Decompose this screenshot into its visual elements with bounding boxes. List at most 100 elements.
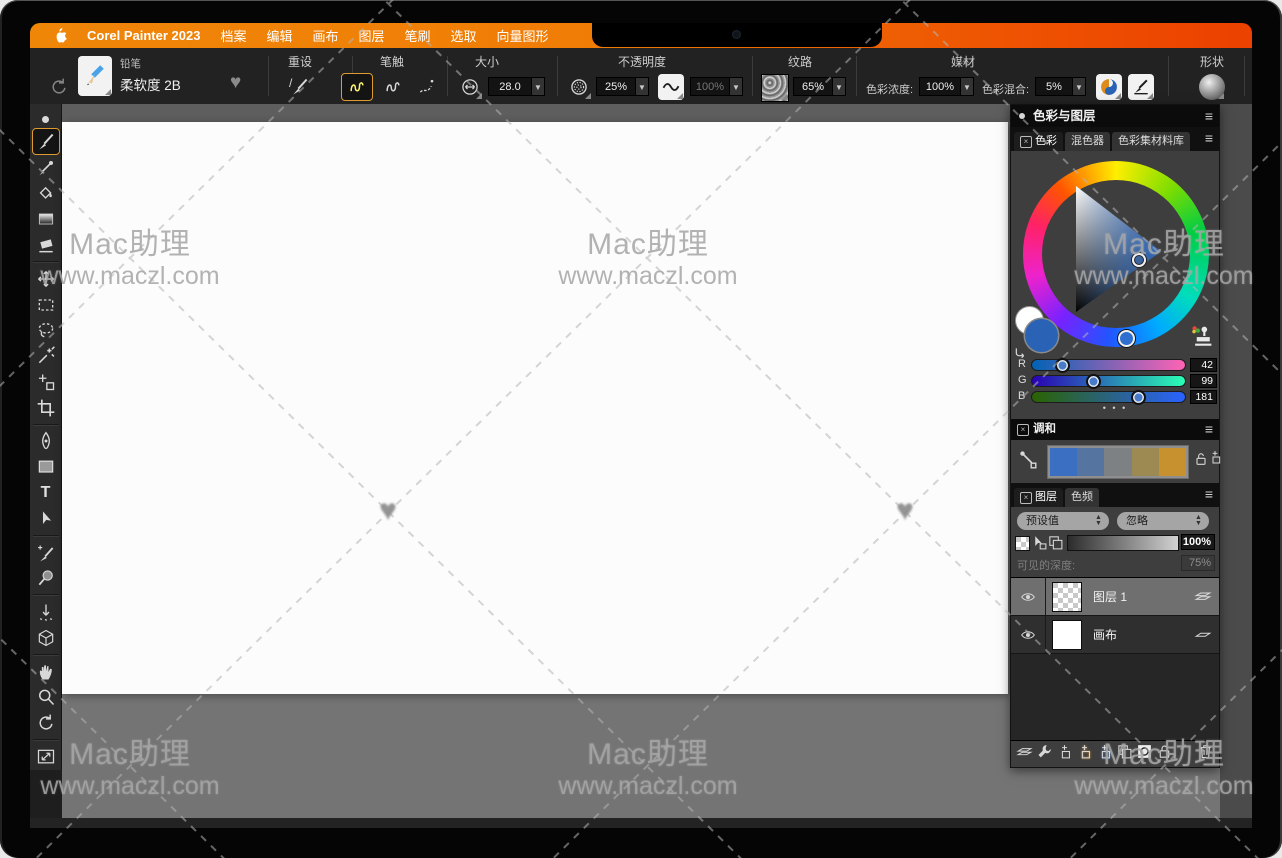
layer-opacity-value[interactable]: 100% <box>1181 534 1215 550</box>
layer-row[interactable]: 图层 1 <box>1011 578 1219 616</box>
brush-loading-icon[interactable] <box>1128 74 1154 100</box>
cloner-tool[interactable] <box>33 540 59 565</box>
perspective-guides-tool[interactable] <box>33 625 59 650</box>
new-watercolor-layer-icon[interactable] <box>1076 743 1093 765</box>
magic-wand-tool[interactable] <box>33 344 59 369</box>
lasso-tool[interactable] <box>33 318 59 343</box>
size-dropdown-arrow[interactable]: ▼ <box>531 77 545 96</box>
slider-value[interactable]: 181 <box>1190 390 1217 404</box>
navigation-tool[interactable] <box>33 745 59 770</box>
color-strength-arrow[interactable]: ▼ <box>960 77 974 96</box>
slider-track[interactable] <box>1031 375 1186 387</box>
harmony-swatch[interactable] <box>1104 448 1131 476</box>
size-value[interactable]: 28.0 <box>488 77 532 96</box>
slider-track[interactable] <box>1031 359 1186 371</box>
composite-method-dropdown[interactable]: 忽略▲▼ <box>1117 512 1209 530</box>
brush-tool[interactable] <box>33 129 59 154</box>
menu-item[interactable]: 选取 <box>451 26 477 45</box>
freehand-stroke-button[interactable] <box>342 74 372 100</box>
tab-channels[interactable]: 色频 <box>1065 488 1099 507</box>
color-media-icon[interactable] <box>1096 74 1122 100</box>
harmony-menu-icon[interactable]: ≡ <box>1205 419 1213 440</box>
straight-line-stroke-button[interactable] <box>380 74 406 100</box>
sv-selector[interactable] <box>1132 253 1146 267</box>
restore-default-variant-icon[interactable] <box>46 74 72 100</box>
opacity-icon[interactable] <box>566 74 592 100</box>
dropper-tool[interactable] <box>33 155 59 180</box>
dynamic-plugins-icon[interactable] <box>1036 743 1053 765</box>
grabber-tool[interactable] <box>33 659 59 684</box>
grain-dropdown-arrow[interactable]: ▼ <box>832 77 846 96</box>
gradient-tool[interactable] <box>33 207 59 232</box>
eraser-tool[interactable] <box>33 233 59 258</box>
layer-row[interactable]: 画布 <box>1011 616 1219 654</box>
slider-knob[interactable] <box>1055 358 1070 373</box>
lock-layer-icon[interactable] <box>1156 743 1173 765</box>
layer-thumbnail[interactable] <box>1052 620 1082 650</box>
slider-value[interactable]: 42 <box>1190 358 1217 372</box>
canvas[interactable] <box>62 122 1008 694</box>
menu-item[interactable]: 向量图形 <box>497 26 549 45</box>
close-layers-icon[interactable]: × <box>1020 492 1032 504</box>
slider-value[interactable]: 99 <box>1190 374 1217 388</box>
color-tab-menu-icon[interactable]: ≡ <box>1205 127 1213 149</box>
paper-texture-swatch[interactable] <box>761 74 789 102</box>
layer-opacity-slider[interactable] <box>1067 535 1179 551</box>
favorite-heart-icon[interactable]: ♥ <box>230 72 241 94</box>
menu-item[interactable]: 编辑 <box>266 26 292 45</box>
selection-adjuster-tool[interactable] <box>33 369 59 394</box>
harmony-swatch[interactable] <box>1050 448 1077 476</box>
opacity-value[interactable]: 25% <box>596 77 636 96</box>
menu-item[interactable]: 画布 <box>312 26 338 45</box>
harmony-add-icon[interactable] <box>1207 449 1223 470</box>
pager-dots[interactable]: • • • <box>1011 403 1219 413</box>
transparency-lock-icon[interactable] <box>1015 536 1029 550</box>
shape-selection-tool[interactable] <box>33 506 59 531</box>
dodge-tool[interactable] <box>33 566 59 591</box>
color-strength-value[interactable]: 100% <box>919 77 961 96</box>
crop-tool[interactable] <box>33 395 59 420</box>
layer-tab-menu-icon[interactable]: ≡ <box>1205 483 1213 505</box>
tab-color[interactable]: ×色彩 <box>1014 132 1063 151</box>
layer-name[interactable]: 图层 1 <box>1093 578 1127 615</box>
delete-layer-icon[interactable] <box>1197 743 1214 765</box>
opacity-expression-arrow[interactable]: ▼ <box>729 77 743 96</box>
mirror-painting-tool[interactable] <box>33 600 59 625</box>
color-blend-arrow[interactable]: ▼ <box>1072 77 1086 96</box>
magnifier-tool[interactable] <box>33 685 59 710</box>
grain-value[interactable]: 65% <box>793 77 833 96</box>
new-layer-group-icon[interactable] <box>1056 743 1073 765</box>
layer-commands-icon[interactable] <box>1016 743 1033 765</box>
tab-mixer[interactable]: 混色器 <box>1065 132 1110 151</box>
slider-track[interactable] <box>1031 391 1186 403</box>
layer-thumbnail[interactable] <box>1052 582 1082 612</box>
dab-shape-icon[interactable] <box>1199 74 1225 100</box>
opacity-dropdown-arrow[interactable]: ▼ <box>635 77 649 96</box>
layer-name[interactable]: 画布 <box>1093 616 1117 653</box>
new-liquid-ink-layer-icon[interactable] <box>1096 743 1113 765</box>
rotate-page-tool[interactable] <box>33 711 59 736</box>
stroke-options-button[interactable] <box>414 74 440 100</box>
harmony-swatch[interactable] <box>1077 448 1104 476</box>
harmony-swatch[interactable] <box>1132 448 1159 476</box>
opacity-expression-icon[interactable] <box>658 74 684 100</box>
opacity-expression-value[interactable]: 100% <box>690 77 730 96</box>
reset-brush-icon[interactable]: / <box>287 74 313 100</box>
toolbox-handle[interactable] <box>42 116 49 123</box>
rectangular-select-tool[interactable] <box>33 292 59 317</box>
pen-tool[interactable] <box>33 429 59 454</box>
composite-preset-dropdown[interactable]: 预设值▲▼ <box>1017 512 1109 530</box>
duplicate-layer-icon[interactable] <box>1047 534 1064 556</box>
layer-visibility-eye-icon[interactable] <box>1011 578 1046 615</box>
primary-color-swatch[interactable] <box>1025 319 1058 352</box>
harmony-picker-icon[interactable] <box>1017 449 1039 476</box>
close-harmony-icon[interactable]: × <box>1017 424 1029 436</box>
color-blend-value[interactable]: 5% <box>1035 77 1073 96</box>
size-icon[interactable] <box>457 74 483 100</box>
hue-selector[interactable] <box>1118 330 1135 347</box>
menu-item[interactable]: 图层 <box>359 26 385 45</box>
app-title[interactable]: Corel Painter 2023 <box>87 28 200 43</box>
harmony-header[interactable]: × 调和 ≡ <box>1011 419 1219 440</box>
close-tab-icon[interactable]: × <box>1020 136 1032 148</box>
harmony-swatch[interactable] <box>1159 448 1186 476</box>
